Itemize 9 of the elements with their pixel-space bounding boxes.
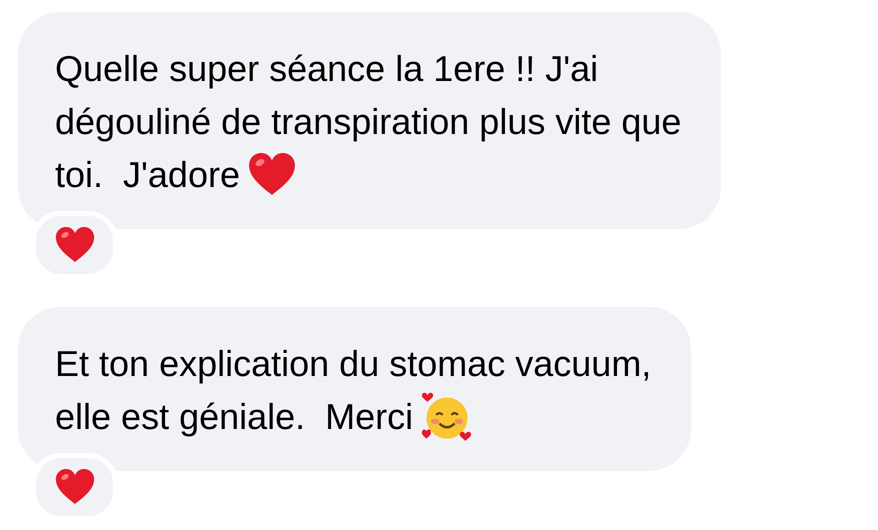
smiling-face-with-hearts-icon bbox=[421, 390, 474, 442]
heart-icon bbox=[54, 227, 94, 263]
message-line: elle est géniale. Merci bbox=[55, 395, 414, 439]
message-line: toi. J'adore bbox=[55, 153, 240, 197]
heart-icon bbox=[248, 152, 296, 196]
message-line: Quelle super séance la 1ere !! J'ai bbox=[55, 47, 598, 91]
heart-icon bbox=[54, 469, 94, 505]
message-line: Et ton explication du stomac vacuum, bbox=[55, 342, 652, 386]
message-line: dégouliné de transpiration plus vite que bbox=[55, 100, 682, 144]
